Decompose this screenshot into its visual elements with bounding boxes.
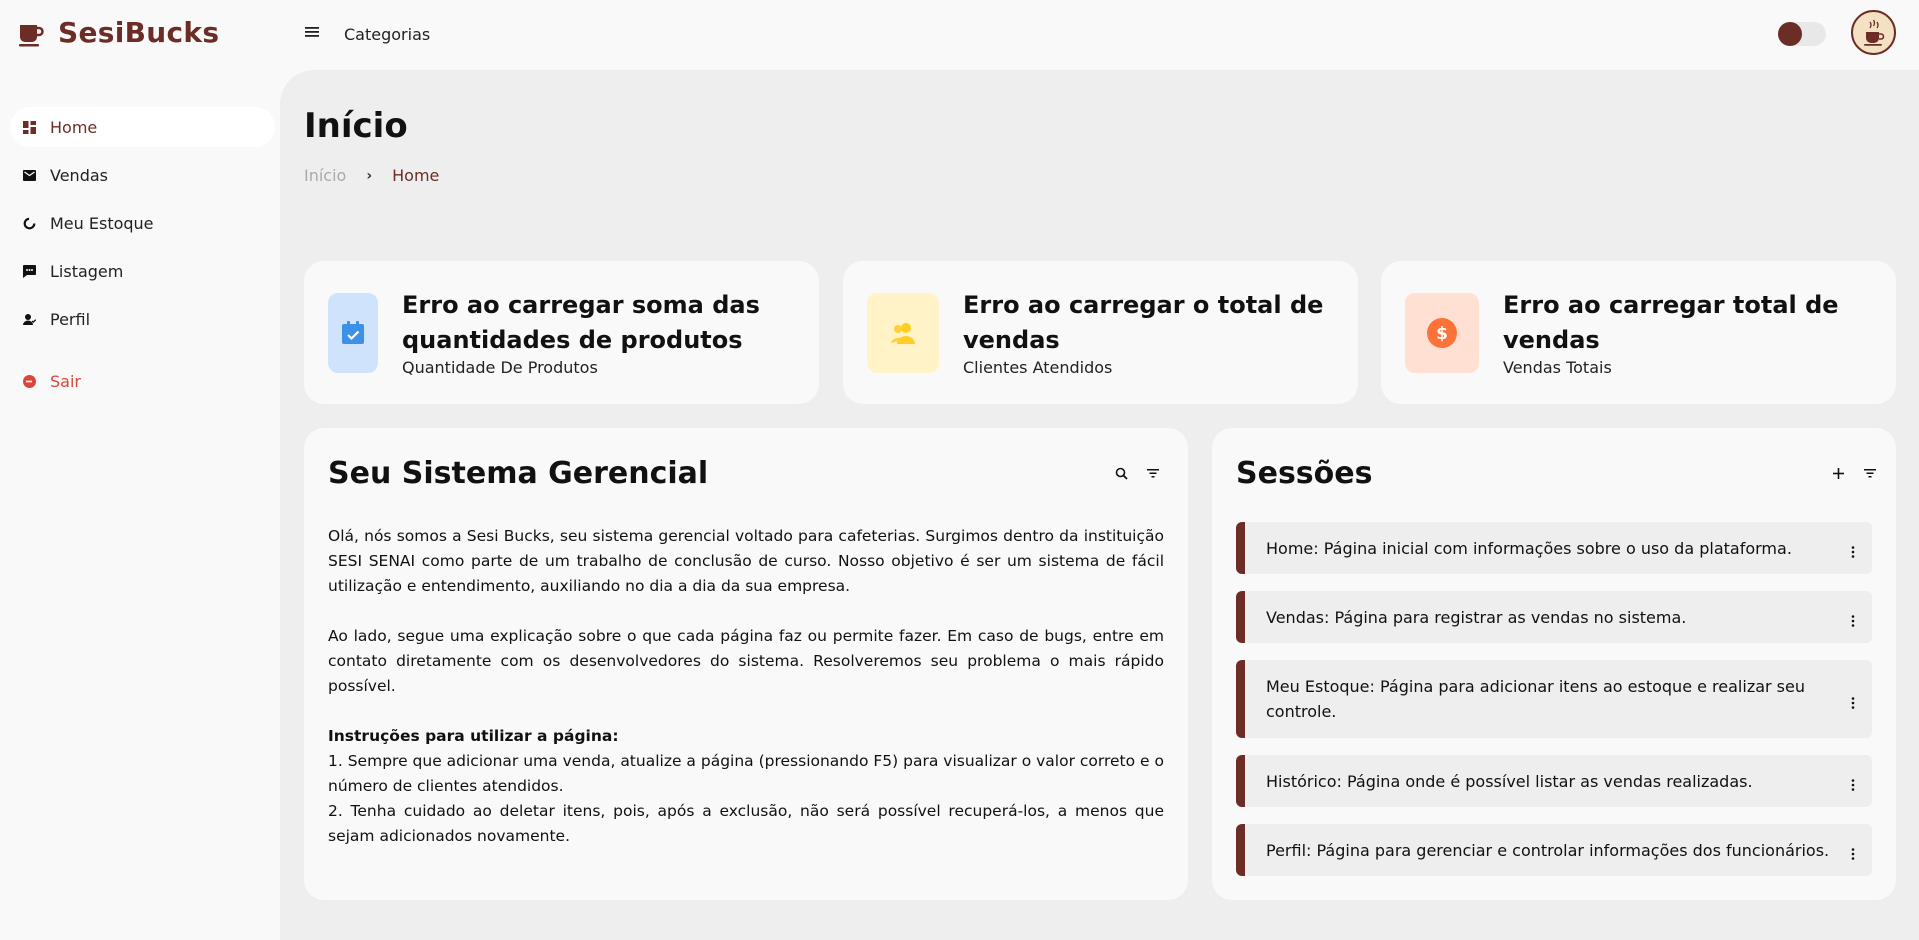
stat-card-products: Erro ao carregar soma das quantidades de…: [304, 261, 819, 404]
sidebar-item-vendas[interactable]: Vendas: [10, 155, 275, 195]
page-title: Início: [304, 106, 408, 146]
session-item-vendas[interactable]: Vendas: Página para registrar as vendas …: [1236, 591, 1872, 643]
sidebar-item-label: Meu Estoque: [50, 213, 154, 233]
session-item-historico[interactable]: Histórico: Página onde é possível listar…: [1236, 755, 1872, 807]
plus-icon[interactable]: [1829, 464, 1847, 482]
brand-name: SesiBucks: [58, 16, 220, 49]
session-item-meu-estoque[interactable]: Meu Estoque: Página para adicionar itens…: [1236, 660, 1872, 738]
logout-button[interactable]: Sair: [10, 361, 275, 401]
more-vertical-icon[interactable]: [1850, 692, 1856, 709]
panel-tools: [1829, 464, 1879, 482]
avatar[interactable]: [1851, 10, 1896, 55]
chat-icon: [22, 264, 36, 278]
more-vertical-icon[interactable]: [1850, 541, 1856, 558]
search-icon[interactable]: [1112, 464, 1130, 482]
more-vertical-icon[interactable]: [1850, 610, 1856, 627]
system-panel: Seu Sistema Gerencial Olá, nós somos a S…: [304, 428, 1188, 900]
svg-text:$: $: [1436, 324, 1448, 344]
instructions-title: Instruções para utilizar a página:: [328, 727, 619, 745]
stat-value: Erro ao carregar o total de vendas: [963, 291, 1324, 354]
logout-label: Sair: [50, 371, 81, 391]
intro-paragraph: Olá, nós somos a Sesi Bucks, seu sistema…: [328, 527, 1164, 595]
coffee-cup-icon: [18, 19, 44, 47]
theme-toggle[interactable]: [1778, 22, 1826, 46]
panel-title: Sessões: [1236, 456, 1373, 491]
mail-icon: [22, 168, 36, 182]
top-bar: SesiBucks Categorias: [0, 0, 1919, 70]
user-icon: [22, 312, 36, 326]
main-content: Início Início › Home Erro ao carregar so…: [280, 70, 1919, 940]
sidebar-item-label: Home: [50, 117, 98, 137]
instruction-item: 2. Tenha cuidado ao deletar itens, pois,…: [328, 802, 1164, 845]
categories-link[interactable]: Categorias: [344, 25, 430, 44]
logout-icon: [22, 374, 36, 388]
stat-label: Quantidade De Produtos: [402, 358, 598, 377]
instruction-item: 1. Sempre que adicionar uma venda, atual…: [328, 752, 1164, 795]
calendar-check-icon: [328, 292, 378, 373]
filter-icon[interactable]: [1144, 464, 1162, 482]
more-vertical-icon[interactable]: [1850, 843, 1856, 860]
info-paragraph: Ao lado, segue uma explicação sobre o qu…: [328, 627, 1164, 695]
filter-icon[interactable]: [1861, 464, 1879, 482]
sidebar-item-perfil[interactable]: Perfil: [10, 299, 275, 339]
stat-card-clients: Erro ao carregar o total de vendas Clien…: [843, 261, 1358, 404]
sidebar-item-meu-estoque[interactable]: Meu Estoque: [10, 203, 275, 243]
panel-tools: [1112, 464, 1162, 482]
breadcrumb-home[interactable]: Home: [392, 166, 439, 185]
people-icon: [867, 292, 939, 373]
session-item-perfil[interactable]: Perfil: Página para gerenciar e controla…: [1236, 824, 1872, 876]
chevron-right-icon: ›: [366, 167, 373, 184]
stat-value: Erro ao carregar soma das quantidades de…: [402, 291, 760, 354]
menu-icon[interactable]: [305, 22, 319, 43]
sidebar-item-label: Perfil: [50, 309, 91, 329]
sidebar-item-label: Vendas: [50, 165, 108, 185]
sidebar-item-listagem[interactable]: Listagem: [10, 251, 275, 291]
sidebar-item-label: Listagem: [50, 261, 124, 281]
stat-card-sales: $ Erro ao carregar total de vendas Venda…: [1381, 261, 1896, 404]
panel-title: Seu Sistema Gerencial: [328, 456, 709, 491]
session-text: Meu Estoque: Página para adicionar itens…: [1266, 677, 1805, 721]
toggle-knob: [1778, 22, 1802, 46]
dollar-circle-icon: $: [1405, 292, 1479, 373]
dashboard-icon: [22, 120, 36, 134]
session-text: Histórico: Página onde é possível listar…: [1266, 771, 1753, 791]
session-text: Perfil: Página para gerenciar e controla…: [1266, 840, 1830, 860]
donut-chart-icon: [22, 216, 36, 230]
sidebar: Home Vendas Meu Estoque Listagem Perfil …: [0, 70, 280, 940]
breadcrumb-inicio[interactable]: Início: [304, 166, 346, 185]
session-text: Vendas: Página para registrar as vendas …: [1266, 607, 1687, 627]
breadcrumb: Início › Home: [304, 166, 439, 185]
sidebar-item-home[interactable]: Home: [10, 107, 275, 147]
brand[interactable]: SesiBucks: [18, 16, 219, 49]
session-text: Home: Página inicial com informações sob…: [1266, 538, 1792, 558]
stat-label: Vendas Totais: [1503, 358, 1612, 377]
panel-body: Olá, nós somos a Sesi Bucks, seu sistema…: [328, 524, 1164, 849]
sessions-panel: Sessões Home: Página inicial com informa…: [1212, 428, 1896, 900]
session-item-home[interactable]: Home: Página inicial com informações sob…: [1236, 522, 1872, 574]
more-vertical-icon[interactable]: [1850, 774, 1856, 791]
stat-value: Erro ao carregar total de vendas: [1503, 291, 1839, 354]
stat-label: Clientes Atendidos: [963, 358, 1113, 377]
